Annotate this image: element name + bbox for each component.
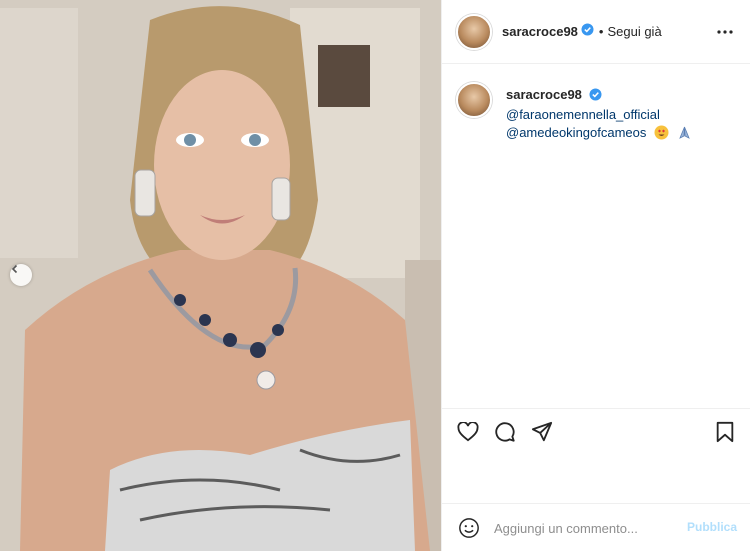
carousel-prev-button[interactable] xyxy=(10,264,32,286)
post-caption: saracroce98 @faraonemennella_official @a… xyxy=(456,82,736,145)
action-bar xyxy=(442,408,750,455)
mention-link-1[interactable]: @faraonemennella_official xyxy=(506,106,692,124)
paper-plane-icon[interactable] xyxy=(530,420,554,444)
post-side-panel: saracroce98 • Segui già saracroce98 @far… xyxy=(441,0,750,551)
comments-area xyxy=(442,150,750,408)
smiley-icon[interactable] xyxy=(458,517,480,539)
header-username[interactable]: saracroce98 xyxy=(502,24,578,39)
avatar[interactable] xyxy=(456,13,492,50)
comment-icon[interactable] xyxy=(493,420,517,444)
folded-hands-emoji-icon xyxy=(677,125,692,145)
caption-body: saracroce98 @faraonemennella_official @a… xyxy=(506,82,692,145)
verified-badge-icon xyxy=(581,23,594,41)
verified-badge-icon xyxy=(589,88,602,106)
chevron-left-icon xyxy=(11,264,18,274)
post-photo[interactable] xyxy=(0,0,441,551)
mention-link-2[interactable]: @amedeokingofcameos xyxy=(506,125,646,140)
comment-input[interactable] xyxy=(492,519,676,537)
heart-eyes-emoji-icon xyxy=(654,125,669,145)
separator-dot: • xyxy=(598,24,604,39)
bookmark-icon[interactable] xyxy=(713,420,737,444)
add-comment-bar: Pubblica xyxy=(442,503,750,552)
heart-icon[interactable] xyxy=(456,420,480,444)
follow-status-button[interactable]: Segui già xyxy=(607,24,661,39)
publish-button[interactable]: Pubblica xyxy=(687,520,737,534)
photo-illustration xyxy=(0,0,441,551)
caption-avatar[interactable] xyxy=(456,82,492,118)
post-header: saracroce98 • Segui già xyxy=(442,0,750,64)
caption-username[interactable]: saracroce98 xyxy=(506,87,582,102)
more-options-icon[interactable] xyxy=(713,22,737,42)
